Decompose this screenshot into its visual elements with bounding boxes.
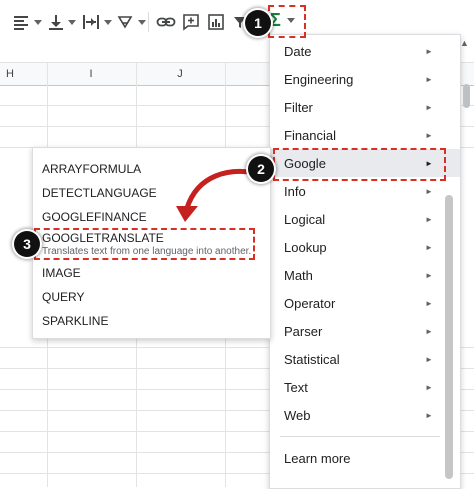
menu-item-label: Date: [284, 43, 312, 59]
menu-item-label: Lookup: [284, 239, 327, 255]
menu-item-label: Engineering: [284, 71, 354, 87]
insert-link-button[interactable]: [156, 10, 176, 34]
menu-item-label: Web: [284, 407, 311, 423]
submenu-arrow-icon: ►: [425, 326, 433, 336]
menu-item-label: Parser: [284, 323, 323, 339]
step-badge-1: 1: [245, 10, 271, 36]
text-wrap-button[interactable]: [82, 10, 112, 34]
menu-item-label: Financial: [284, 127, 337, 143]
submenu-arrow-icon: ►: [425, 298, 433, 308]
menu-divider: [280, 436, 440, 437]
submenu-arrow-icon: ►: [425, 354, 433, 364]
menu-item-label: Filter: [284, 99, 313, 115]
functions-button-highlight: [268, 5, 306, 38]
menu-item-label: Statistical: [284, 351, 340, 367]
submenu-item-sparkline[interactable]: SPARKLINE: [42, 314, 108, 328]
learn-more-link[interactable]: Learn more: [284, 451, 350, 466]
comment-icon: [183, 14, 199, 31]
column-header-j[interactable]: J: [136, 63, 224, 85]
chevron-down-icon: [34, 19, 42, 25]
menu-item-label: Logical: [284, 211, 326, 227]
link-icon: [156, 17, 176, 27]
chevron-down-icon: [68, 19, 76, 25]
vertical-align-button[interactable]: [48, 10, 76, 34]
submenu-item-googlefinance[interactable]: GOOGLEFINANCE: [42, 210, 147, 224]
google-item-highlight: [273, 148, 446, 181]
align-vertical-icon: [49, 15, 63, 30]
menu-item-web[interactable]: Web ►: [270, 401, 460, 429]
step-badge-2: 2: [248, 156, 274, 182]
align-horizontal-icon: [14, 16, 28, 30]
menu-item-learn-more[interactable]: Learn more: [270, 444, 460, 472]
submenu-item-image[interactable]: IMAGE: [42, 266, 81, 280]
submenu-arrow-icon: ►: [425, 214, 433, 224]
text-wrap-icon: [83, 15, 99, 29]
menu-item-label: Info: [284, 183, 306, 199]
googletranslate-highlight: [34, 228, 255, 260]
sheet-scrollbar-thumb[interactable]: [463, 84, 470, 108]
menu-item-label: Operator: [284, 295, 336, 311]
menu-item-financial[interactable]: Financial ►: [270, 121, 460, 149]
text-rotate-icon: [117, 16, 133, 29]
submenu-arrow-icon: ►: [425, 74, 433, 84]
column-header-i[interactable]: I: [47, 63, 135, 85]
submenu-item-query[interactable]: QUERY: [42, 290, 84, 304]
menu-item-logical[interactable]: Logical ►: [270, 205, 460, 233]
menu-item-statistical[interactable]: Statistical ►: [270, 345, 460, 373]
submenu-arrow-icon: ►: [425, 410, 433, 420]
menu-item-engineering[interactable]: Engineering ►: [270, 65, 460, 93]
insert-comment-button[interactable]: [182, 10, 200, 34]
submenu-arrow-icon: ►: [425, 270, 433, 280]
submenu-arrow-icon: ►: [425, 186, 433, 196]
submenu-item-arrayformula[interactable]: ARRAYFORMULA: [42, 162, 141, 176]
submenu-arrow-icon: ►: [425, 242, 433, 252]
insert-chart-button[interactable]: [207, 10, 225, 34]
scroll-up-arrow-icon[interactable]: ▲: [460, 38, 469, 48]
submenu-arrow-icon: ►: [425, 46, 433, 56]
horizontal-align-button[interactable]: [12, 10, 42, 34]
menu-item-operator[interactable]: Operator ►: [270, 289, 460, 317]
submenu-arrow-icon: ►: [425, 102, 433, 112]
menu-item-text[interactable]: Text ►: [270, 373, 460, 401]
menu-item-lookup[interactable]: Lookup ►: [270, 233, 460, 261]
menu-item-label: Math: [284, 267, 313, 283]
menu-item-label: Text: [284, 379, 308, 395]
submenu-arrow-icon: ►: [425, 382, 433, 392]
submenu-arrow-icon: ►: [425, 130, 433, 140]
menu-item-filter[interactable]: Filter ►: [270, 93, 460, 121]
chevron-down-icon: [104, 19, 112, 25]
menu-item-info[interactable]: Info ►: [270, 177, 460, 205]
menu-item-date[interactable]: Date ►: [270, 37, 460, 65]
submenu-item-detectlanguage[interactable]: DETECTLANGUAGE: [42, 186, 157, 200]
toolbar-divider: [148, 12, 149, 32]
step-badge-3: 3: [14, 231, 40, 257]
chart-icon: [208, 14, 224, 30]
chevron-down-icon: [138, 19, 146, 25]
text-rotate-button[interactable]: [116, 10, 146, 34]
menu-scrollbar-thumb[interactable]: [445, 195, 453, 479]
annotation-arrow-icon: [176, 168, 259, 222]
column-header-h[interactable]: H: [0, 63, 20, 85]
menu-item-math[interactable]: Math ►: [270, 261, 460, 289]
function-category-menu: Date ► Engineering ► Filter ► Financial …: [269, 34, 461, 489]
menu-item-parser[interactable]: Parser ►: [270, 317, 460, 345]
